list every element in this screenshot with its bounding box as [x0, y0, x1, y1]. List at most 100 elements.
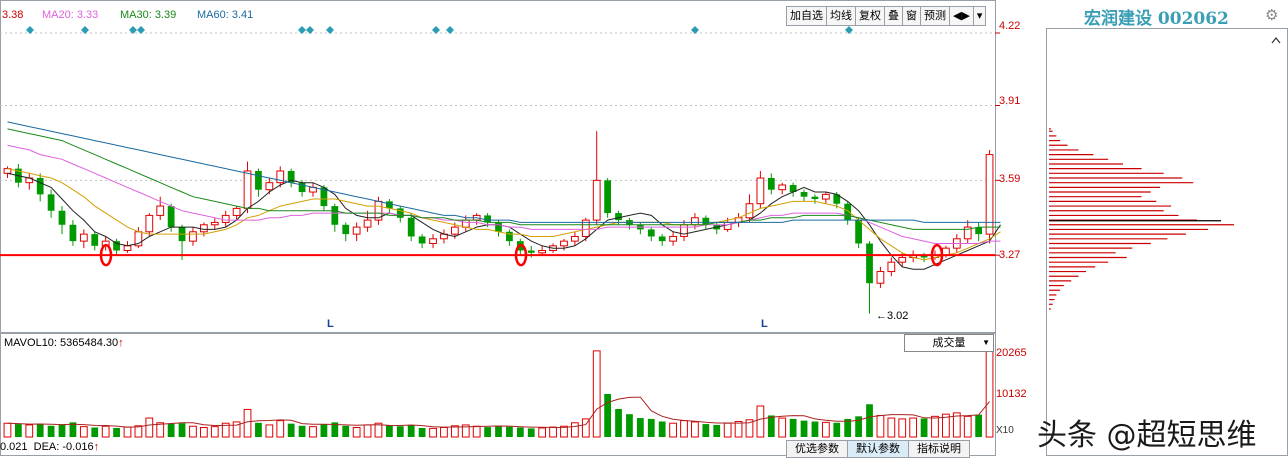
volume-bar — [472, 425, 481, 438]
candle-body — [800, 192, 808, 197]
gear-icon[interactable]: ⚙ — [1265, 6, 1278, 24]
stock-chart[interactable] — [0, 0, 1288, 458]
candle-body — [495, 222, 502, 232]
volume-bar — [756, 405, 765, 438]
mavol-text: MAVOL10: 5365484.30 — [4, 337, 119, 349]
event-marker-icon — [26, 26, 34, 34]
tab-default-params[interactable]: 默认参数 — [847, 440, 909, 458]
candle-body — [342, 224, 350, 235]
volume-bar — [680, 420, 688, 438]
volume-bar — [898, 418, 907, 438]
candle-body — [156, 205, 165, 216]
candle-body — [210, 221, 219, 226]
volume-tick-label: 10132 — [996, 388, 1027, 400]
candle-body — [47, 194, 55, 211]
candle-body — [363, 219, 372, 228]
dea-value: DEA: -0.016 — [33, 441, 94, 453]
candle-body — [167, 206, 175, 228]
volume-bar — [767, 415, 775, 437]
candle-body — [36, 178, 44, 195]
volume-bar — [309, 426, 317, 438]
profile-panel-frame — [1046, 28, 1288, 456]
watermark: 头条 @超短思维 — [1037, 418, 1257, 453]
volume-bar — [36, 423, 44, 437]
low-price-value: 3.02 — [887, 310, 909, 322]
volume-bar — [909, 417, 918, 438]
nav-arrows-button[interactable]: ◀▶ — [950, 7, 974, 25]
volume-bar — [385, 425, 393, 437]
volume-bar — [789, 418, 797, 437]
candle-body — [79, 233, 88, 242]
candle-body — [680, 224, 688, 237]
volume-bar — [626, 414, 633, 437]
candle-body — [255, 170, 262, 190]
event-marker-icon — [81, 26, 89, 34]
volume-bar — [298, 425, 306, 437]
tab-preferred-params[interactable]: 优选参数 — [786, 440, 848, 458]
volume-bar — [243, 408, 252, 438]
volume-bar — [342, 425, 350, 437]
candle-body — [450, 226, 459, 235]
low-marker-l: L — [327, 318, 334, 330]
candle-body — [484, 215, 491, 223]
ma-button[interactable]: 均线 — [827, 7, 856, 25]
price-tick-label: 4.22 — [999, 20, 1021, 32]
candle-body — [91, 234, 99, 246]
low-price-annotation: ←3.02 — [876, 310, 909, 322]
ma-line-ma20 — [7, 144, 1001, 244]
window-button[interactable]: 窗 — [903, 7, 921, 25]
volume-bar — [866, 404, 873, 437]
candle-body — [887, 261, 896, 273]
volume-bar — [255, 422, 262, 437]
volume-bar — [516, 427, 524, 437]
overlay-button[interactable]: 叠 — [885, 7, 903, 25]
add-watchlist-button[interactable]: 加自选 — [787, 7, 827, 25]
volume-bar — [636, 418, 644, 437]
volume-bar — [931, 415, 939, 438]
event-marker-icon — [298, 26, 306, 34]
event-marker-icon — [691, 26, 699, 34]
indicator-dropdown[interactable]: 成交量 ▼ — [904, 334, 994, 352]
candle-body — [199, 224, 208, 233]
volume-bar — [571, 422, 579, 438]
volume-bar — [210, 426, 219, 438]
candle-body — [844, 203, 852, 221]
candle-body — [232, 207, 241, 216]
volume-bar — [418, 427, 426, 437]
price-tick-label: 3.91 — [999, 95, 1021, 107]
volume-bar — [821, 421, 830, 438]
low-marker-l: L — [761, 318, 768, 330]
candle-body — [866, 243, 873, 284]
candle-body — [745, 203, 754, 219]
forecast-button[interactable]: 预测 — [921, 7, 950, 25]
volume-bar — [702, 424, 710, 437]
candle-body — [571, 235, 579, 242]
candle-body — [331, 206, 339, 225]
event-marker-icon — [137, 26, 145, 34]
volume-multiplier: X10 — [996, 425, 1014, 436]
volume-bar — [975, 414, 983, 437]
volume-bar — [178, 423, 186, 437]
more-dropdown-button[interactable]: ▾ — [974, 7, 986, 25]
candle-body — [352, 226, 361, 235]
volume-bar — [189, 425, 197, 438]
volume-bar — [101, 425, 110, 438]
volume-bar — [734, 420, 743, 438]
candle-body — [821, 193, 830, 200]
param-tabs: 优选参数 默认参数 指标说明 — [786, 440, 970, 458]
candle-body — [942, 247, 950, 256]
candle-body — [691, 217, 699, 226]
volume-bar — [276, 420, 285, 438]
volume-bar — [887, 417, 896, 438]
candle-body — [592, 179, 601, 221]
chevron-up-icon — [1271, 37, 1281, 44]
price-tick-label: 3.27 — [999, 249, 1021, 261]
volume-bar — [320, 424, 328, 437]
volume-bar — [723, 422, 732, 438]
candle-body — [221, 214, 230, 223]
adjust-button[interactable]: 复权 — [856, 7, 885, 25]
candle-body — [756, 177, 765, 205]
candle-body — [407, 217, 415, 237]
tab-indicator-help[interactable]: 指标说明 — [908, 440, 970, 458]
event-marker-icon — [306, 26, 314, 34]
